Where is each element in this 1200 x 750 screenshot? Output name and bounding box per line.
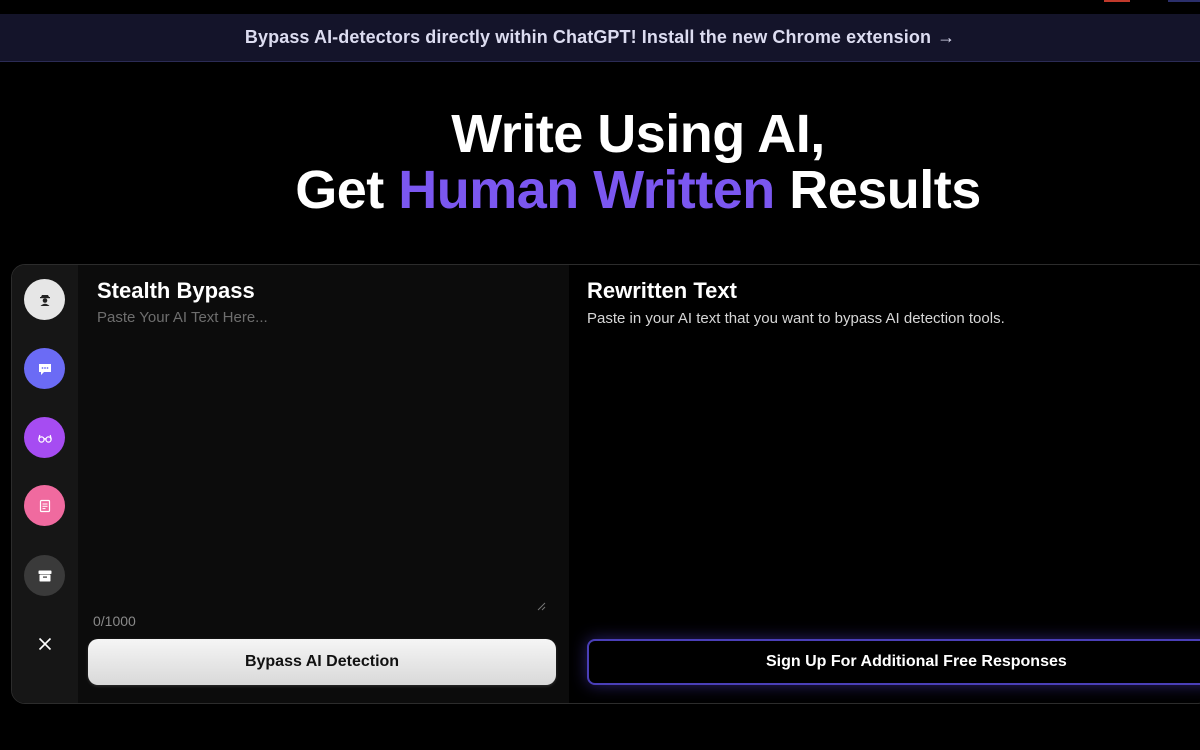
- signup-button[interactable]: Sign Up For Additional Free Responses: [587, 639, 1200, 685]
- sidebar-close-button[interactable]: [24, 623, 65, 664]
- tool-sidebar: [12, 265, 78, 703]
- hero-line-2: Get Human Written Results: [0, 162, 1200, 218]
- top-blue-accent: [1168, 0, 1200, 2]
- page: Bypass AI-detectors directly within Chat…: [0, 0, 1200, 750]
- tool-card: Stealth Bypass 0/1000 Bypass AI Detectio…: [11, 264, 1200, 704]
- resize-handle-icon[interactable]: [536, 601, 546, 611]
- hero-accent-text: Human Written: [398, 160, 775, 220]
- top-red-accent: [1104, 0, 1130, 2]
- character-counter: 0/1000: [93, 613, 136, 629]
- stealth-icon: [39, 294, 50, 306]
- top-strip: [0, 0, 1200, 14]
- arrow-right-icon[interactable]: →: [937, 27, 955, 48]
- extension-banner[interactable]: Bypass AI-detectors directly within Chat…: [0, 14, 1200, 62]
- output-panel: Rewritten Text Paste in your AI text tha…: [569, 265, 1200, 703]
- glasses-icon: [37, 434, 52, 443]
- document-icon: [39, 499, 50, 512]
- sidebar-item-document[interactable]: [24, 485, 65, 526]
- output-description: Paste in your AI text that you want to b…: [587, 310, 1005, 327]
- hero-line-2-suffix: Results: [774, 160, 981, 220]
- output-panel-title: Rewritten Text: [587, 278, 737, 303]
- hero-line-1: Write Using AI,: [451, 104, 825, 164]
- sidebar-item-stealth[interactable]: [24, 279, 65, 320]
- chat-icon: [38, 363, 51, 375]
- close-icon: [38, 637, 51, 650]
- input-panel-title: Stealth Bypass: [97, 278, 255, 303]
- banner-text[interactable]: Bypass AI-detectors directly within Chat…: [245, 27, 931, 48]
- sidebar-item-chat[interactable]: [24, 348, 65, 389]
- sidebar-item-archive[interactable]: [24, 555, 65, 596]
- bypass-ai-detection-button[interactable]: Bypass AI Detection: [88, 639, 556, 685]
- hero-heading: Write Using AI, Get Human Written Result…: [0, 106, 1200, 218]
- hero-line-2-prefix: Get: [295, 160, 399, 220]
- input-panel: Stealth Bypass 0/1000 Bypass AI Detectio…: [78, 265, 569, 703]
- ai-text-input[interactable]: [97, 309, 549, 609]
- sidebar-item-glasses[interactable]: [24, 417, 65, 458]
- archive-icon: [38, 570, 51, 581]
